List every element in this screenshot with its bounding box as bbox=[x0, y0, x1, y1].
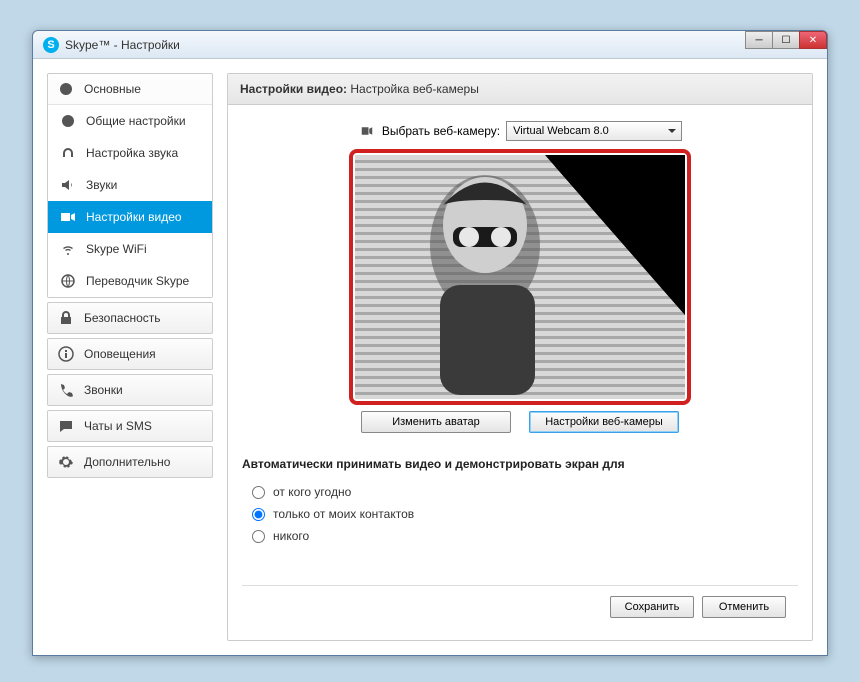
skype-icon: S bbox=[43, 37, 59, 53]
radio-nobody-input[interactable] bbox=[252, 530, 265, 543]
skype-logo-icon bbox=[60, 113, 76, 129]
preview-highlight-frame bbox=[349, 149, 691, 405]
speaker-icon bbox=[60, 177, 76, 193]
sidebar-item-advanced[interactable]: Дополнительно bbox=[48, 447, 212, 477]
window-controls: ─ ☐ ✕ bbox=[746, 31, 827, 49]
radio-anyone-input[interactable] bbox=[252, 486, 265, 499]
close-button[interactable]: ✕ bbox=[799, 31, 827, 49]
general-subitems: Общие настройки Настройка звука Звуки На… bbox=[48, 104, 212, 297]
main-header: Настройки видео: Настройка веб-камеры bbox=[228, 74, 812, 105]
sidebar-label: Звонки bbox=[84, 383, 123, 397]
sidebar-label: Чаты и SMS bbox=[84, 419, 152, 433]
video-camera-icon bbox=[358, 125, 376, 137]
sidebar-item-sounds[interactable]: Звуки bbox=[48, 169, 212, 201]
headset-icon bbox=[60, 145, 76, 161]
preview-wrap: Изменить аватар Настройки веб-камеры bbox=[349, 149, 691, 433]
skype-logo-icon bbox=[58, 81, 74, 97]
category-calls: Звонки bbox=[47, 374, 213, 406]
radio-label: от кого угодно bbox=[273, 485, 351, 499]
wifi-icon bbox=[60, 241, 76, 257]
preview-buttons: Изменить аватар Настройки веб-камеры bbox=[349, 411, 691, 433]
sidebar-label: Звуки bbox=[86, 178, 117, 192]
maximize-button[interactable]: ☐ bbox=[772, 31, 800, 49]
sidebar-item-calls[interactable]: Звонки bbox=[48, 375, 212, 405]
radio-label: только от моих контактов bbox=[273, 507, 414, 521]
sidebar-label: Оповещения bbox=[84, 347, 156, 361]
category-security: Безопасность bbox=[47, 302, 213, 334]
webcam-select-row: Выбрать веб-камеру: Virtual Webcam 8.0 bbox=[242, 121, 798, 141]
main-panel: Настройки видео: Настройка веб-камеры Вы… bbox=[227, 73, 813, 641]
sidebar-item-general-settings[interactable]: Общие настройки bbox=[48, 105, 212, 137]
change-avatar-button[interactable]: Изменить аватар bbox=[361, 411, 511, 433]
auto-accept-label: Автоматически принимать видео и демонстр… bbox=[242, 457, 798, 471]
sidebar-item-translator[interactable]: Переводчик Skype bbox=[48, 265, 212, 297]
main-header-bold: Настройки видео: bbox=[240, 82, 347, 96]
sidebar-item-chats[interactable]: Чаты и SMS bbox=[48, 411, 212, 441]
save-button[interactable]: Сохранить bbox=[610, 596, 694, 618]
main-header-text: Настройка веб-камеры bbox=[347, 82, 479, 96]
window-title: Skype™ - Настройки bbox=[65, 38, 180, 52]
sidebar-label: Skype WiFi bbox=[86, 242, 147, 256]
sidebar-label: Дополнительно bbox=[84, 455, 170, 469]
sidebar-label: Основные bbox=[84, 82, 141, 96]
sidebar-label: Безопасность bbox=[84, 311, 161, 325]
titlebar[interactable]: S Skype™ - Настройки ─ ☐ ✕ bbox=[33, 31, 827, 59]
chat-icon bbox=[58, 418, 74, 434]
webcam-settings-button[interactable]: Настройки веб-камеры bbox=[529, 411, 679, 433]
radio-label: никого bbox=[273, 529, 309, 543]
category-general: Основные Общие настройки Настройка звука… bbox=[47, 73, 213, 298]
sidebar-label: Настройки видео bbox=[86, 210, 182, 224]
window-body: Основные Общие настройки Настройка звука… bbox=[33, 59, 827, 655]
radio-nobody[interactable]: никого bbox=[242, 525, 798, 547]
radio-anyone[interactable]: от кого угодно bbox=[242, 481, 798, 503]
footer: Сохранить Отменить bbox=[242, 585, 798, 628]
cancel-button[interactable]: Отменить bbox=[702, 596, 786, 618]
radio-contacts[interactable]: только от моих контактов bbox=[242, 503, 798, 525]
phone-icon bbox=[58, 382, 74, 398]
globe-icon bbox=[60, 273, 76, 289]
sidebar-item-security[interactable]: Безопасность bbox=[48, 303, 212, 333]
webcam-select[interactable]: Virtual Webcam 8.0 bbox=[506, 121, 682, 141]
info-icon bbox=[58, 346, 74, 362]
webcam-select-value: Virtual Webcam 8.0 bbox=[513, 125, 609, 137]
settings-window: S Skype™ - Настройки ─ ☐ ✕ Основные Общи… bbox=[32, 30, 828, 656]
sidebar: Основные Общие настройки Настройка звука… bbox=[47, 73, 213, 641]
category-advanced: Дополнительно bbox=[47, 446, 213, 478]
sidebar-item-general[interactable]: Основные bbox=[48, 74, 212, 104]
sidebar-label: Переводчик Skype bbox=[86, 274, 189, 288]
webcam-preview bbox=[355, 155, 685, 399]
webcam-select-label: Выбрать веб-камеру: bbox=[382, 124, 500, 138]
sidebar-item-wifi[interactable]: Skype WiFi bbox=[48, 233, 212, 265]
sidebar-item-audio[interactable]: Настройка звука bbox=[48, 137, 212, 169]
lock-icon bbox=[58, 310, 74, 326]
content: Выбрать веб-камеру: Virtual Webcam 8.0 bbox=[228, 105, 812, 640]
category-chats: Чаты и SMS bbox=[47, 410, 213, 442]
category-alerts: Оповещения bbox=[47, 338, 213, 370]
sidebar-item-alerts[interactable]: Оповещения bbox=[48, 339, 212, 369]
sidebar-label: Настройка звука bbox=[86, 146, 178, 160]
radio-contacts-input[interactable] bbox=[252, 508, 265, 521]
video-camera-icon bbox=[60, 209, 76, 225]
gear-icon bbox=[58, 454, 74, 470]
sidebar-label: Общие настройки bbox=[86, 114, 186, 128]
sidebar-item-video[interactable]: Настройки видео bbox=[48, 201, 212, 233]
minimize-button[interactable]: ─ bbox=[745, 31, 773, 49]
